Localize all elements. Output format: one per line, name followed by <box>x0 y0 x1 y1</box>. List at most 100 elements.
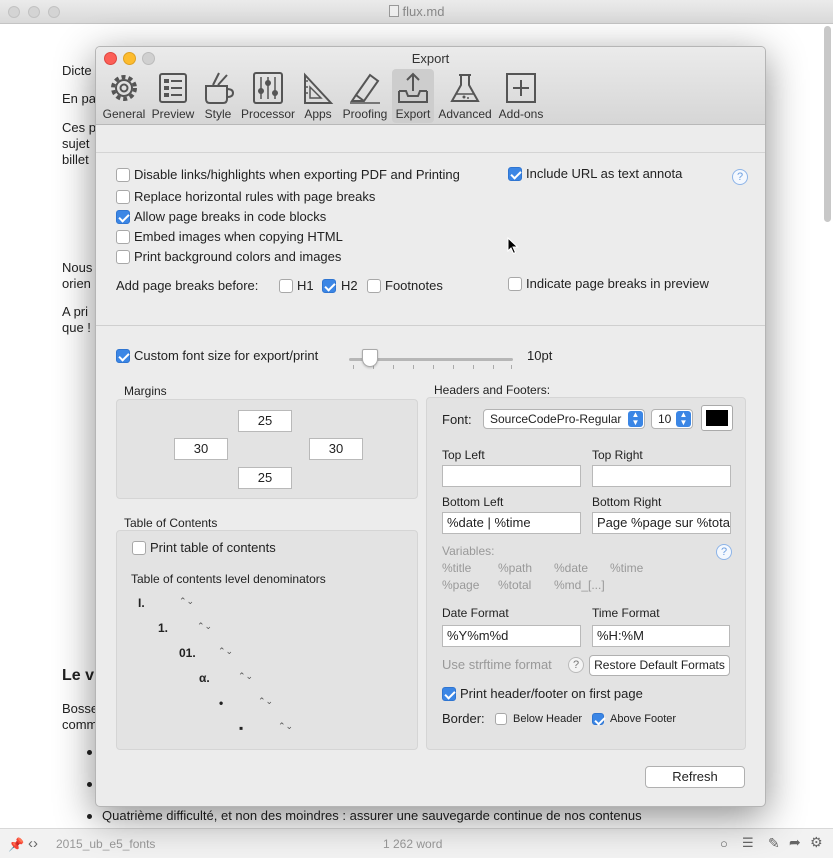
bullet-icon <box>87 750 92 755</box>
slider-tick <box>453 365 454 369</box>
disable-links-checkbox[interactable] <box>116 168 130 182</box>
time-format-field[interactable]: %H:%M <box>592 625 730 647</box>
tab-advanced[interactable]: Advanced <box>436 69 494 123</box>
toc-level-4-stepper[interactable]: ⌃⌄ <box>238 672 253 687</box>
hf-font-label: Font: <box>442 412 472 427</box>
h2-checkbox[interactable] <box>322 279 336 293</box>
hf-font-size-popup[interactable]: 10 ▲ ▼ <box>651 409 693 429</box>
embed-images-checkbox[interactable] <box>116 230 130 244</box>
pin-icon[interactable]: 📌 <box>8 837 24 853</box>
slider-tick <box>353 365 354 369</box>
tab-style[interactable]: Style <box>200 69 236 123</box>
toc-level-1-stepper[interactable]: ⌃⌄ <box>179 597 194 612</box>
print-header-first-page-checkbox[interactable] <box>442 687 456 701</box>
help-icon[interactable]: ? <box>568 657 584 673</box>
tab-apps[interactable]: Apps <box>300 69 336 123</box>
variable-token: %title <box>442 561 472 575</box>
below-header-checkbox[interactable] <box>495 713 507 725</box>
tab-general[interactable]: General <box>102 69 146 123</box>
pen-icon[interactable]: ✎ <box>768 835 780 852</box>
toc-denominators-label: Table of contents level denominators <box>131 572 326 586</box>
toc-level-5-stepper[interactable]: ⌃⌄ <box>258 697 273 712</box>
headers-footers-label: Headers and Footers: <box>434 383 551 397</box>
tab-label: Add-ons <box>498 107 544 121</box>
editor-statusbar: 📌 ‹› 2015_ub_e5_fonts 1 262 word ○ ☰ ✎ ➦… <box>0 828 833 858</box>
slider-tick <box>413 365 414 369</box>
print-toc-checkbox[interactable] <box>132 541 146 555</box>
print-background-label: Print background colors and images <box>134 249 342 264</box>
export-tray-icon <box>398 72 428 103</box>
bottom-left-label: Bottom Left <box>442 495 504 509</box>
date-format-field[interactable]: %Y%m%d <box>442 625 581 647</box>
tab-label: General <box>102 107 146 121</box>
toolbar-spacer <box>96 126 765 153</box>
bottom-right-field[interactable]: Page %page sur %tota <box>592 512 731 534</box>
tab-export[interactable]: Export <box>392 69 434 123</box>
word-count[interactable]: 1 262 word <box>383 837 442 851</box>
margin-right-field[interactable]: 30 <box>309 438 363 460</box>
custom-font-size-checkbox[interactable] <box>116 349 130 363</box>
editor-text-line: que ! <box>62 320 91 335</box>
replace-hr-label: Replace horizontal rules with page break… <box>134 189 376 204</box>
status-filename[interactable]: 2015_ub_e5_fonts <box>56 837 155 851</box>
date-format-label: Date Format <box>442 606 509 620</box>
mouse-cursor-icon <box>507 237 519 255</box>
apps-icon <box>304 72 334 104</box>
tab-processor[interactable]: Processor <box>240 69 296 123</box>
style-icon <box>205 72 235 104</box>
variable-token: %time <box>610 561 644 575</box>
margin-bottom-field[interactable]: 25 <box>238 467 292 489</box>
toc-level-6-stepper[interactable]: ⌃⌄ <box>278 722 293 737</box>
toc-level-2-stepper[interactable]: ⌃⌄ <box>197 622 212 637</box>
plus-box-icon <box>506 73 536 103</box>
preferences-toolbar: Export General Preview Style Processor A… <box>96 47 765 125</box>
refresh-button[interactable]: Refresh <box>645 766 745 788</box>
margin-top-field[interactable]: 25 <box>238 410 292 432</box>
chevron-updown-icon: ▲ ▼ <box>676 411 691 427</box>
allow-page-breaks-checkbox[interactable] <box>116 210 130 224</box>
flask-icon <box>450 74 480 102</box>
editor-text-line: orien <box>62 276 91 291</box>
help-icon[interactable]: ? <box>716 544 732 560</box>
highlighter-icon <box>350 73 380 104</box>
toc-level-3-stepper[interactable]: ⌃⌄ <box>218 647 233 662</box>
editor-text-line: sujet <box>62 136 90 151</box>
indicate-breaks-checkbox[interactable] <box>508 277 522 291</box>
tab-proofing[interactable]: Proofing <box>340 69 390 123</box>
replace-hr-checkbox[interactable] <box>116 190 130 204</box>
editor-scrollbar[interactable] <box>824 26 831 222</box>
margin-left-field[interactable]: 30 <box>174 438 228 460</box>
hf-color-well[interactable] <box>701 405 733 431</box>
circle-icon[interactable]: ○ <box>720 836 728 851</box>
above-footer-checkbox[interactable] <box>592 713 604 725</box>
help-icon[interactable]: ? <box>732 169 748 185</box>
h1-checkbox[interactable] <box>279 279 293 293</box>
toc-level-4: α. <box>199 671 210 685</box>
print-background-checkbox[interactable] <box>116 250 130 264</box>
include-url-checkbox[interactable] <box>508 167 522 181</box>
hf-font-name: SourceCodePro-Regular <box>490 412 622 426</box>
bottom-left-field[interactable]: %date | %time <box>442 512 581 534</box>
top-left-field[interactable] <box>442 465 581 487</box>
code-brackets-icon[interactable]: ‹› <box>28 835 38 852</box>
color-swatch <box>706 410 728 426</box>
gear-icon[interactable]: ⚙ <box>810 834 823 851</box>
editor-text-line: Quatrième difficulté, et non des moindre… <box>102 808 642 823</box>
gear-icon <box>111 75 137 101</box>
tab-label: Advanced <box>438 107 492 121</box>
tab-add-ons[interactable]: Add-ons <box>496 69 546 123</box>
print-toc-label: Print table of contents <box>150 540 276 555</box>
font-size-slider-thumb[interactable] <box>362 349 378 367</box>
list-icon[interactable]: ☰ <box>742 835 754 851</box>
hf-font-popup[interactable]: SourceCodePro-Regular ▲ ▼ <box>483 409 645 429</box>
footnotes-checkbox[interactable] <box>367 279 381 293</box>
editor-title-text: flux.md <box>402 4 445 19</box>
margins-label: Margins <box>124 384 167 398</box>
restore-default-formats-button[interactable]: Restore Default Formats <box>589 655 730 676</box>
top-right-field[interactable] <box>592 465 731 487</box>
page-breaks-before-label: Add page breaks before: <box>116 278 259 293</box>
tab-preview[interactable]: Preview <box>150 69 196 123</box>
share-icon[interactable]: ➦ <box>789 834 801 851</box>
bullet-icon <box>87 782 92 787</box>
top-right-label: Top Right <box>592 448 643 462</box>
